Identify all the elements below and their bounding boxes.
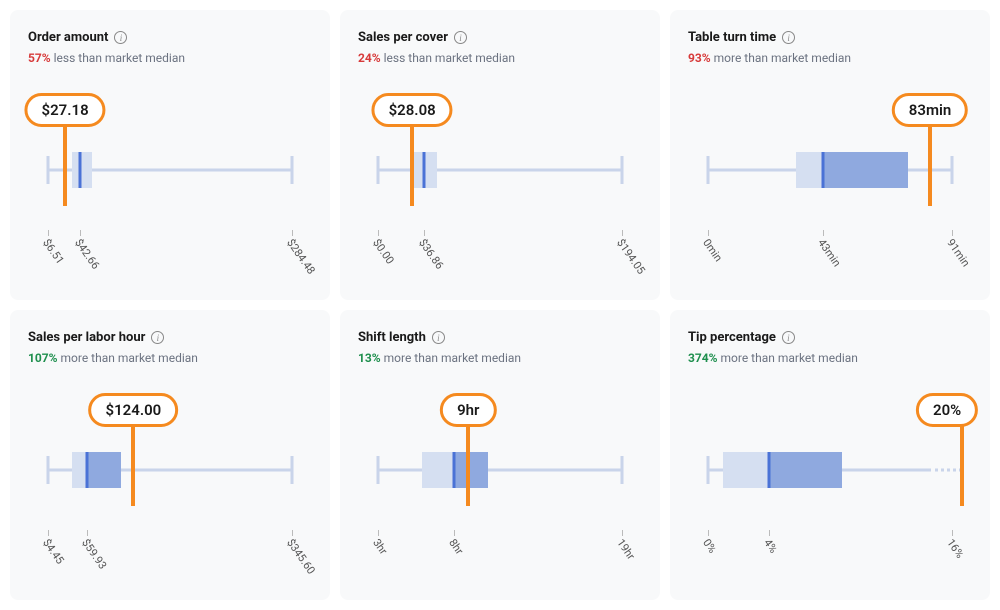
axis-label: $42.66 xyxy=(72,236,102,271)
metric-card-tip-percentage: Tip percentage i 374% more than market med… xyxy=(670,310,990,600)
comparison-text: 13% more than market median xyxy=(358,351,642,365)
axis-label: $0.00 xyxy=(370,236,397,266)
metric-card-table-turn-time: Table turn time i 93% more than market med… xyxy=(670,10,990,300)
axis-label: $194.05 xyxy=(614,236,648,276)
info-icon[interactable]: i xyxy=(782,31,795,44)
axis: $4.45$59.93$345.60 xyxy=(48,530,292,570)
info-icon[interactable]: i xyxy=(432,331,445,344)
boxplot-chart: 20%0%4%16% xyxy=(688,380,972,510)
metric-card-sales-per-cover: Sales per cover i 24% less than market med… xyxy=(340,10,660,300)
your-value-pill: 20% xyxy=(916,393,978,427)
comparison-text: 93% more than market median xyxy=(688,51,972,65)
metric-title: Table turn time xyxy=(688,30,776,45)
axis-label: 8hr xyxy=(446,536,466,557)
axis: 0min43min91min xyxy=(708,230,952,270)
axis-label: 43min xyxy=(815,236,843,269)
metric-title: Tip percentage xyxy=(688,330,776,345)
boxplot-chart: 9hr3hr8hr19hr xyxy=(358,380,642,510)
axis: 0%4%16% xyxy=(708,530,952,570)
info-icon[interactable]: i xyxy=(782,331,795,344)
metric-card-sales-per-labor-hour: Sales per labor hour i 107% more than mark… xyxy=(10,310,330,600)
axis-label: 19hr xyxy=(614,536,637,562)
comparison-text: 107% more than market median xyxy=(28,351,312,365)
metric-title: Shift length xyxy=(358,330,426,345)
info-icon[interactable]: i xyxy=(454,31,467,44)
info-icon[interactable]: i xyxy=(114,31,127,44)
axis-label: $345.60 xyxy=(284,536,318,576)
comparison-text: 57% less than market median xyxy=(28,51,312,65)
axis-label: $4.45 xyxy=(40,536,67,566)
boxplot-chart: $28.08$0.00$36.86$194.05 xyxy=(358,80,642,210)
axis-label: $59.93 xyxy=(79,536,109,571)
boxplot-chart: $27.18$6.51$42.66$284.48 xyxy=(28,80,312,210)
boxplot-chart: 83min0min43min91min xyxy=(688,80,972,210)
your-value-pill: 9hr xyxy=(440,393,496,427)
axis-label: 16% xyxy=(944,536,966,560)
metric-title: Sales per cover xyxy=(358,30,448,45)
info-icon[interactable]: i xyxy=(151,331,164,344)
axis-label: $284.48 xyxy=(284,236,318,276)
your-value-pill: $27.18 xyxy=(25,93,106,127)
axis: $0.00$36.86$194.05 xyxy=(378,230,622,270)
boxplot-chart: $124.00$4.45$59.93$345.60 xyxy=(28,380,312,510)
metric-card-shift-length: Shift length i 13% more than market median… xyxy=(340,310,660,600)
metrics-grid: Order amount i 57% less than market median… xyxy=(10,10,990,600)
metric-title: Order amount xyxy=(28,30,108,45)
axis-label: $36.86 xyxy=(416,236,446,271)
axis: 3hr8hr19hr xyxy=(378,530,622,570)
axis-label: 0min xyxy=(700,236,725,264)
axis-label: 0% xyxy=(700,536,719,555)
axis-label: $6.51 xyxy=(40,236,67,266)
your-value-pill: $28.08 xyxy=(372,93,453,127)
comparison-text: 24% less than market median xyxy=(358,51,642,65)
axis: $6.51$42.66$284.48 xyxy=(48,230,292,270)
your-value-pill: 83min xyxy=(892,93,968,127)
comparison-text: 374% more than market median xyxy=(688,351,972,365)
metric-title: Sales per labor hour xyxy=(28,330,145,345)
axis-label: 4% xyxy=(761,536,780,555)
metric-card-order-amount: Order amount i 57% less than market median… xyxy=(10,10,330,300)
your-value-pill: $124.00 xyxy=(89,393,179,427)
axis-label: 91min xyxy=(944,236,972,269)
axis-label: 3hr xyxy=(370,536,390,557)
